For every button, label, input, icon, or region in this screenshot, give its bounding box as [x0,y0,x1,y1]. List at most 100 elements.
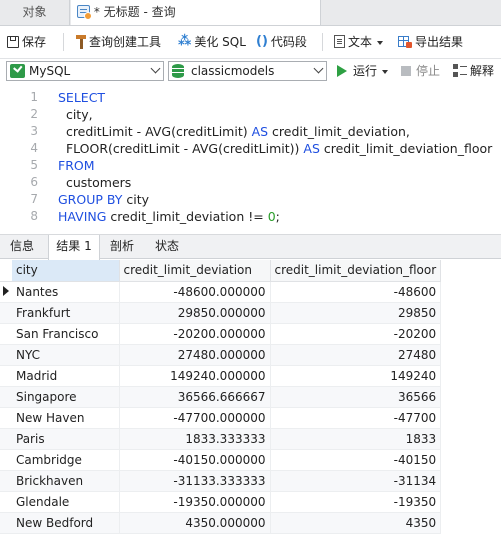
cell-credit-limit-deviation-floor[interactable]: -48600 [270,281,442,303]
server-name: MySQL [29,64,71,78]
cell-credit-limit-deviation-floor[interactable]: 27480 [270,344,442,366]
cell-credit-limit-deviation-floor[interactable]: 29850 [270,302,442,324]
tab-profile[interactable]: 剖析 [101,235,143,259]
sql-editor[interactable]: 1 SELECT 2 city, 3 creditLimit - AVG(credit… [0,85,501,232]
cell-city[interactable]: Glendale [12,491,120,513]
table-row[interactable]: Paris 1833.333333 1833 [0,428,442,450]
cell-credit-limit-deviation[interactable]: 149240.000000 [119,365,271,387]
cell-credit-limit-deviation-floor[interactable]: -31134 [270,470,442,492]
cell-city[interactable]: Paris [12,428,120,450]
cell-credit-limit-deviation[interactable]: 1833.333333 [119,428,271,450]
cell-city[interactable]: Cambridge [12,449,120,471]
row-indicator [0,491,12,513]
row-indicator [0,470,12,492]
stop-button[interactable]: 停止 [401,59,440,84]
table-row[interactable]: Nantes -48600.000000 -48600 [0,281,442,303]
snippet-label: 代码段 [270,35,307,49]
beautify-sql-button[interactable]: ⁂ 美化 SQL [178,26,246,58]
sql-token: credit_limit_deviation, [268,124,410,139]
sql-keyword: SELECT [58,90,106,105]
cell-credit-limit-deviation-floor[interactable]: -40150 [270,449,442,471]
tab-objects[interactable]: 对象 [0,0,70,25]
connection-bar: MySQL classicmodels 运行 停止 解释 [0,59,501,84]
cell-credit-limit-deviation[interactable]: -19350.000000 [119,491,271,513]
explain-label: 解释 [470,64,495,78]
table-row[interactable]: Singapore 36566.666667 36566 [0,386,442,408]
cell-city[interactable]: Nantes [12,281,120,303]
query-builder-button[interactable]: 查询创建工具 [76,26,161,58]
code-snippet-button[interactable]: () 代码段 [256,26,307,58]
database-select[interactable]: classicmodels [168,61,327,81]
code-text: HAVING credit_limit_deviation != 0; [58,208,280,225]
cell-city[interactable]: NYC [12,344,120,366]
sql-token: credit_limit_deviation != [106,209,268,224]
line-number: 6 [30,175,38,189]
cell-city[interactable]: New Bedford [12,512,120,534]
tab-result-1[interactable]: 结果 1 [48,235,100,260]
sql-token: customers [58,175,132,190]
tab-query[interactable]: * 无标题 - 查询 [71,0,321,25]
column-header-city[interactable]: city [12,260,120,282]
cell-credit-limit-deviation-floor[interactable]: 4350 [270,512,442,534]
tab-info[interactable]: 信息 [0,235,44,259]
cell-city[interactable]: Singapore [12,386,120,408]
table-row[interactable]: Madrid 149240.000000 149240 [0,365,442,387]
table-row[interactable]: Glendale -19350.000000 -19350 [0,491,442,513]
cell-city[interactable]: New Haven [12,407,120,429]
export-results-button[interactable]: 导出结果 [398,26,463,58]
row-indicator [0,428,12,450]
cell-credit-limit-deviation[interactable]: 27480.000000 [119,344,271,366]
line-number: 8 [30,209,38,223]
table-row[interactable]: New Haven -47700.000000 -47700 [0,407,442,429]
table-row[interactable]: Cambridge -40150.000000 -40150 [0,449,442,471]
save-button[interactable]: 保存 [7,26,46,58]
table-row[interactable]: New Bedford 4350.000000 4350 [0,512,442,534]
beautify-label: 美化 SQL [194,35,246,49]
save-icon [7,35,19,48]
sql-token: creditLimit - AVG(creditLimit) [58,124,252,139]
cell-credit-limit-deviation[interactable]: -20200.000000 [119,323,271,345]
cell-city[interactable]: Frankfurt [12,302,120,324]
column-header-credit-limit-deviation-floor[interactable]: credit_limit_deviation_floor [270,260,442,282]
cell-credit-limit-deviation[interactable]: 4350.000000 [119,512,271,534]
cell-credit-limit-deviation-floor[interactable]: 1833 [270,428,442,450]
cell-credit-limit-deviation[interactable]: 36566.666667 [119,386,271,408]
code-text: creditLimit - AVG(creditLimit) AS credit… [58,123,410,140]
tab-status[interactable]: 状态 [145,235,189,259]
code-text: FROM [58,157,95,174]
chevron-down-icon[interactable] [382,69,389,74]
cell-credit-limit-deviation-floor[interactable]: -20200 [270,323,442,345]
table-row[interactable]: Frankfurt 29850.000000 29850 [0,302,442,324]
cell-credit-limit-deviation-floor[interactable]: 149240 [270,365,442,387]
code-text: customers [58,174,131,191]
cell-credit-limit-deviation-floor[interactable]: 36566 [270,386,442,408]
beautify-icon: ⁂ [178,33,192,49]
column-header-credit-limit-deviation[interactable]: credit_limit_deviation [119,260,271,282]
cell-city[interactable]: Brickhaven [12,470,120,492]
explain-button[interactable]: 解释 [453,59,494,84]
table-row[interactable]: Brickhaven -31133.333333 -31134 [0,470,442,492]
table-row[interactable]: NYC 27480.000000 27480 [0,344,442,366]
cell-city[interactable]: Madrid [12,365,120,387]
stop-icon [401,65,411,76]
cell-credit-limit-deviation-floor[interactable]: -47700 [270,407,442,429]
cell-credit-limit-deviation[interactable]: -47700.000000 [119,407,271,429]
line-number: 3 [30,124,38,138]
cell-credit-limit-deviation[interactable]: -31133.333333 [119,470,271,492]
cell-credit-limit-deviation[interactable]: 29850.000000 [119,302,271,324]
sql-token: ; [275,209,280,224]
code-text: GROUP BY city [58,191,149,208]
code-line: 4 FLOOR(creditLimit - AVG(creditLimit)) … [0,140,501,157]
table-row[interactable]: San Francisco -20200.000000 -20200 [0,323,442,345]
cell-city[interactable]: San Francisco [12,323,120,345]
query-tab-icon [77,5,92,20]
cell-credit-limit-deviation-floor[interactable]: -19350 [270,491,442,513]
server-connection-select[interactable]: MySQL [6,61,164,81]
table-header-row: city credit_limit_deviation credit_limit… [0,260,442,282]
run-button[interactable]: 运行 [337,59,389,84]
cell-credit-limit-deviation[interactable]: -40150.000000 [119,449,271,471]
snippet-icon: () [256,33,268,49]
sql-keyword: AS [251,124,269,139]
cell-credit-limit-deviation[interactable]: -48600.000000 [119,281,271,303]
text-menu-button[interactable]: 文本 [334,26,384,58]
